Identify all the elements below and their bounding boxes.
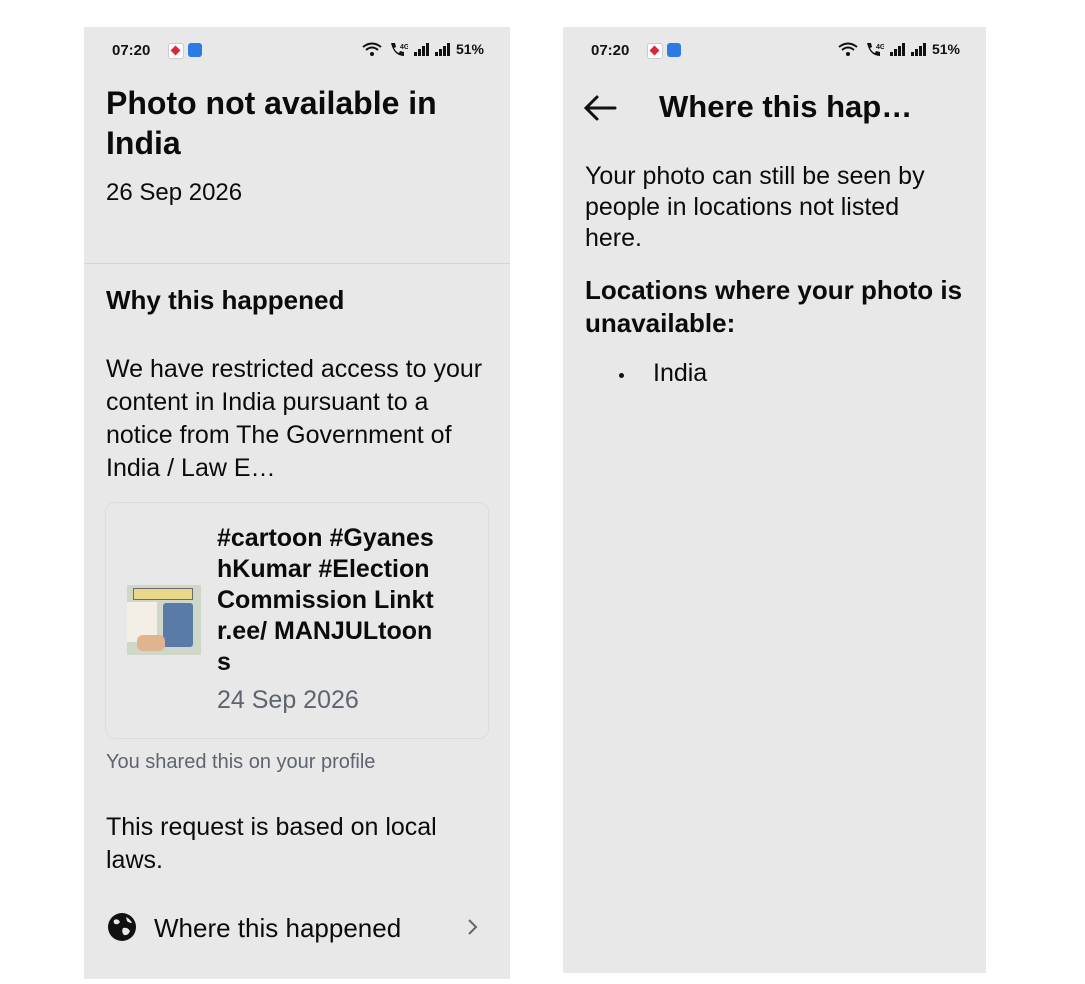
screen-where-this-happened: 07:20 4G 51% Where this hap… Your photo … [563, 27, 986, 973]
svg-text:4G: 4G [876, 44, 884, 51]
app-notification-icon [188, 43, 202, 57]
back-arrow-icon[interactable] [583, 93, 617, 123]
status-right: 4G 51% [838, 41, 960, 57]
signal-icon [889, 42, 905, 56]
volte-call-icon: 4G [866, 43, 884, 56]
battery-percent: 51% [931, 41, 960, 57]
post-caption: #cartoon #GyaneshKumar #ElectionCommissi… [217, 524, 434, 676]
restricted-post-card[interactable]: #cartoon #GyaneshKumar #ElectionCommissi… [105, 502, 489, 739]
bullet [619, 373, 624, 378]
status-time: 07:20 [591, 42, 630, 59]
signal-icon [910, 42, 926, 56]
volte-call-icon: 4G [390, 43, 408, 56]
wifi-icon [838, 42, 858, 56]
chevron-right-icon [468, 919, 478, 935]
status-right: 4G 51% [362, 41, 484, 57]
signal-icon [434, 42, 450, 56]
local-laws-note: This request is based on local laws. [106, 813, 437, 874]
notification-icons [168, 43, 202, 59]
visibility-note: Your photo can still be seen by people i… [585, 162, 925, 252]
signal-icon [413, 42, 429, 56]
location-name: India [653, 359, 708, 387]
shared-note: You shared this on your profile [106, 751, 376, 773]
status-bar: 07:20 4G 51% [84, 39, 510, 63]
locations-heading: Locations where your photo is unavailabl… [585, 275, 963, 338]
status-bar: 07:20 4G 51% [563, 39, 986, 63]
svg-text:4G: 4G [400, 44, 408, 51]
header-title: Where this hap… [659, 89, 913, 124]
restriction-explanation: We have restricted access to your conten… [106, 355, 483, 482]
app-notification-icon [647, 43, 663, 59]
app-notification-icon [667, 43, 681, 57]
globe-icon [108, 913, 136, 941]
notification-icons [647, 43, 681, 59]
where-this-happened-row[interactable]: Where this happened [84, 899, 510, 955]
divider [84, 263, 510, 264]
battery-percent: 51% [455, 41, 484, 57]
post-thumbnail [127, 585, 201, 655]
post-date: 24 Sep 2026 [217, 686, 359, 714]
where-this-happened-label: Where this happened [154, 913, 402, 943]
wifi-icon [362, 42, 382, 56]
restriction-date: 26 Sep 2026 [106, 179, 243, 206]
page-title: Photo not available in India [106, 85, 437, 161]
app-notification-icon [168, 43, 184, 59]
screen-restriction-details: 07:20 4G 51% Photo not available in Indi… [84, 27, 510, 979]
section-heading: Why this happened [106, 285, 345, 315]
status-time: 07:20 [112, 42, 151, 59]
